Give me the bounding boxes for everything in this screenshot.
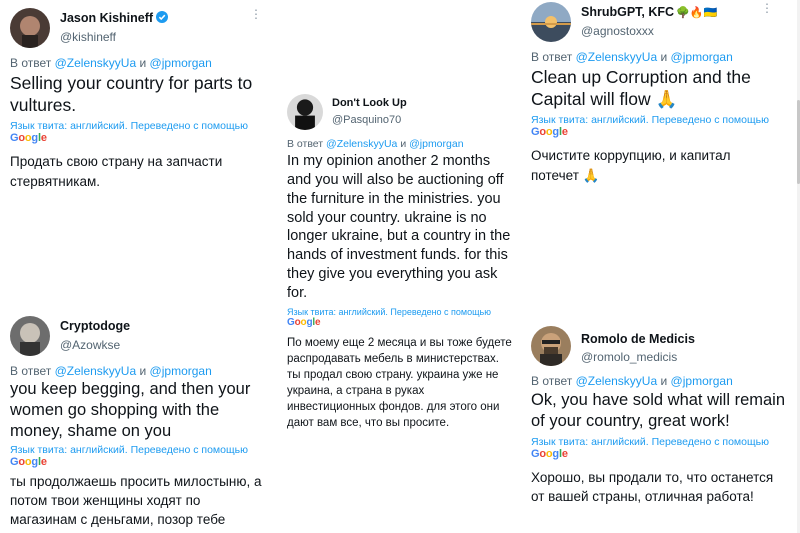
- tweet-card-cryptodoge[interactable]: Cryptodoge @Azowkse В ответ @ZelenskyyUa…: [10, 316, 270, 530]
- translation-note: Язык твита: английский. Переведено с пом…: [287, 306, 491, 317]
- translated-text: Очистите коррупцию, и капитал потечет 🙏: [531, 148, 731, 183]
- mention-link[interactable]: @ZelenskyyUa: [55, 56, 137, 70]
- google-logo-letter: G: [10, 132, 19, 145]
- google-logo-letter: e: [561, 447, 568, 460]
- tweet-text: In my opinion another 2 months and you w…: [287, 153, 511, 301]
- mention-link[interactable]: @ZelenskyyUa: [55, 364, 137, 378]
- avatar[interactable]: [10, 316, 50, 356]
- google-logo-letter: e: [314, 316, 321, 328]
- tweet-text: Clean up Corruption and the Capital will…: [531, 67, 751, 110]
- tweet-text: Selling your country for parts to vultur…: [10, 73, 253, 116]
- translation-note: Язык твита: английский. Переведено с пом…: [10, 120, 248, 133]
- google-logo-letter: G: [10, 455, 19, 468]
- translation-note: Язык твита: английский. Переведено с пом…: [531, 435, 769, 448]
- mention-link[interactable]: @jpmorgan: [409, 138, 463, 150]
- reply-context: В ответ @ZelenskyyUa и @jpmorgan: [10, 56, 212, 70]
- google-logo-letter: e: [40, 455, 47, 468]
- tweet-text: you keep begging, and then your women go…: [10, 380, 251, 440]
- mention-link[interactable]: @ZelenskyyUa: [326, 138, 397, 150]
- mention-link[interactable]: @jpmorgan: [150, 364, 212, 378]
- user-handle[interactable]: @romolo_medicis: [581, 350, 677, 364]
- translated-text: ты продолжаешь просить милостыню, а пото…: [10, 473, 262, 528]
- google-logo[interactable]: Google: [531, 448, 789, 460]
- display-name[interactable]: Cryptodoge: [60, 319, 130, 333]
- avatar[interactable]: [10, 8, 50, 48]
- translation-note: Язык твита: английский. Переведено с пом…: [531, 114, 769, 127]
- display-name[interactable]: Jason Kishineff: [60, 11, 169, 25]
- mention-link[interactable]: @ZelenskyyUa: [576, 374, 658, 388]
- translated-text: По моему еще 2 месяца и вы тоже будете р…: [287, 336, 512, 430]
- display-name[interactable]: ShrubGPT, KFC 🌳🔥🇺🇦: [581, 5, 717, 19]
- google-logo-letter: G: [531, 126, 540, 139]
- google-logo[interactable]: Google: [10, 132, 262, 144]
- reply-context: В ответ @ZelenskyyUa и @jpmorgan: [531, 374, 733, 388]
- reply-context: В ответ @ZelenskyyUa и @jpmorgan: [531, 50, 733, 64]
- tweet-text: Ok, you have sold what will remain of yo…: [531, 391, 786, 430]
- tweet-card-romolo[interactable]: Romolo de Medicis @romolo_medicis В отве…: [531, 326, 789, 507]
- avatar[interactable]: [287, 94, 323, 130]
- mention-link[interactable]: @jpmorgan: [671, 50, 733, 64]
- avatar[interactable]: [531, 2, 571, 42]
- tweet-card-kishineff[interactable]: Jason Kishineff @kishineff ⋮ В ответ @Ze…: [10, 8, 262, 191]
- mention-link[interactable]: @jpmorgan: [150, 56, 212, 70]
- google-logo-letter: e: [40, 132, 47, 145]
- google-logo-letter: G: [531, 447, 540, 460]
- more-options-icon[interactable]: ⋮: [250, 8, 262, 20]
- user-handle[interactable]: @kishineff: [60, 30, 116, 44]
- mention-link[interactable]: @jpmorgan: [671, 374, 733, 388]
- translated-text: Хорошо, вы продали то, что останется от …: [531, 469, 774, 505]
- user-handle[interactable]: @Azowkse: [60, 338, 120, 352]
- google-logo[interactable]: Google: [531, 126, 773, 138]
- display-name[interactable]: Don't Look Up: [332, 97, 407, 109]
- google-logo[interactable]: Google: [287, 317, 512, 329]
- more-options-icon[interactable]: ⋮: [761, 2, 773, 14]
- reply-context: В ответ @ZelenskyyUa и @jpmorgan: [287, 138, 464, 150]
- google-logo-letter: G: [287, 316, 295, 328]
- user-handle[interactable]: @Pasquino70: [332, 114, 401, 126]
- display-name[interactable]: Romolo de Medicis: [581, 332, 695, 346]
- mention-link[interactable]: @ZelenskyyUa: [576, 50, 658, 64]
- avatar[interactable]: [531, 326, 571, 366]
- tweet-card-shrubgpt[interactable]: ShrubGPT, KFC 🌳🔥🇺🇦 @agnostoxxx ⋮ В ответ …: [531, 2, 773, 185]
- verified-badge-icon: [156, 11, 169, 23]
- tweet-card-pasquino70[interactable]: Don't Look Up @Pasquino70 В ответ @Zelen…: [287, 94, 512, 432]
- translation-note: Язык твита: английский. Переведено с пом…: [10, 443, 248, 456]
- reply-context: В ответ @ZelenskyyUa и @jpmorgan: [10, 364, 212, 378]
- translated-text: Продать свою страну на запчасти стервятн…: [10, 154, 223, 189]
- user-handle[interactable]: @agnostoxxx: [581, 24, 654, 38]
- google-logo-letter: e: [561, 126, 568, 139]
- google-logo[interactable]: Google: [10, 456, 270, 468]
